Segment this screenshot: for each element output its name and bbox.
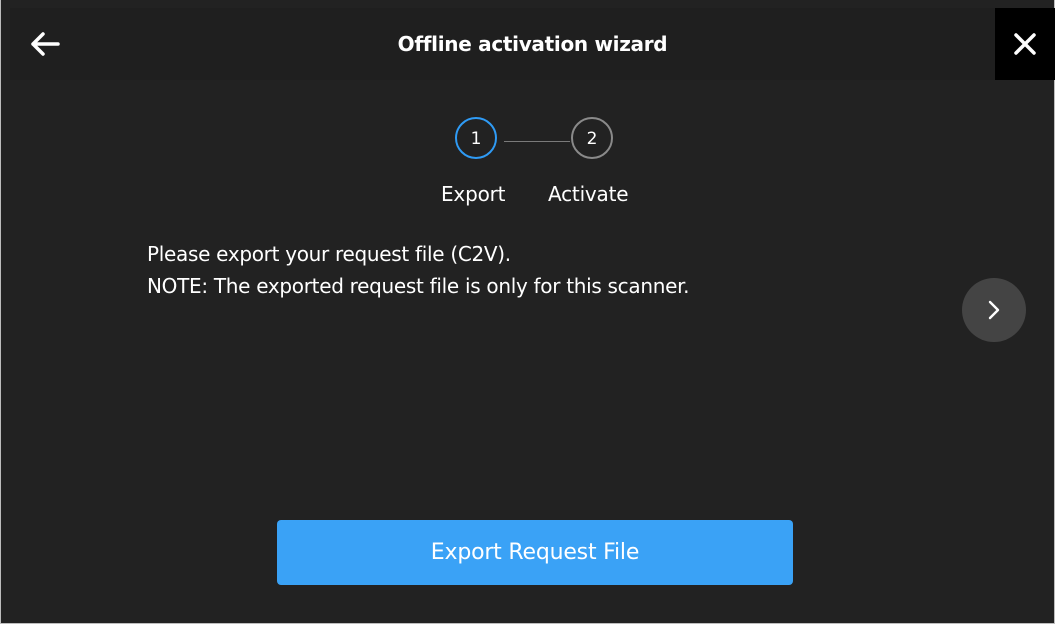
step-2-indicator: 2 [571, 117, 613, 159]
close-button[interactable] [995, 8, 1055, 80]
chevron-right-icon [988, 300, 1000, 320]
step-1-indicator: 1 [455, 117, 497, 159]
export-request-file-button[interactable]: Export Request File [277, 520, 793, 585]
close-icon [1014, 33, 1036, 55]
instructions-text: Please export your request file (C2V). N… [147, 238, 690, 302]
arrow-left-icon [31, 32, 60, 56]
title-bar: Offline activation wizard [10, 8, 1055, 80]
stepper-connector [504, 141, 570, 142]
wizard-title: Offline activation wizard [397, 32, 668, 56]
back-button[interactable] [24, 26, 64, 62]
next-step-button[interactable] [962, 278, 1026, 342]
instruction-line: Please export your request file (C2V). [147, 242, 511, 266]
step-2-label: Activate [548, 182, 629, 206]
note-line: NOTE: The exported request file is only … [147, 274, 690, 298]
step-1-label: Export [441, 182, 506, 206]
